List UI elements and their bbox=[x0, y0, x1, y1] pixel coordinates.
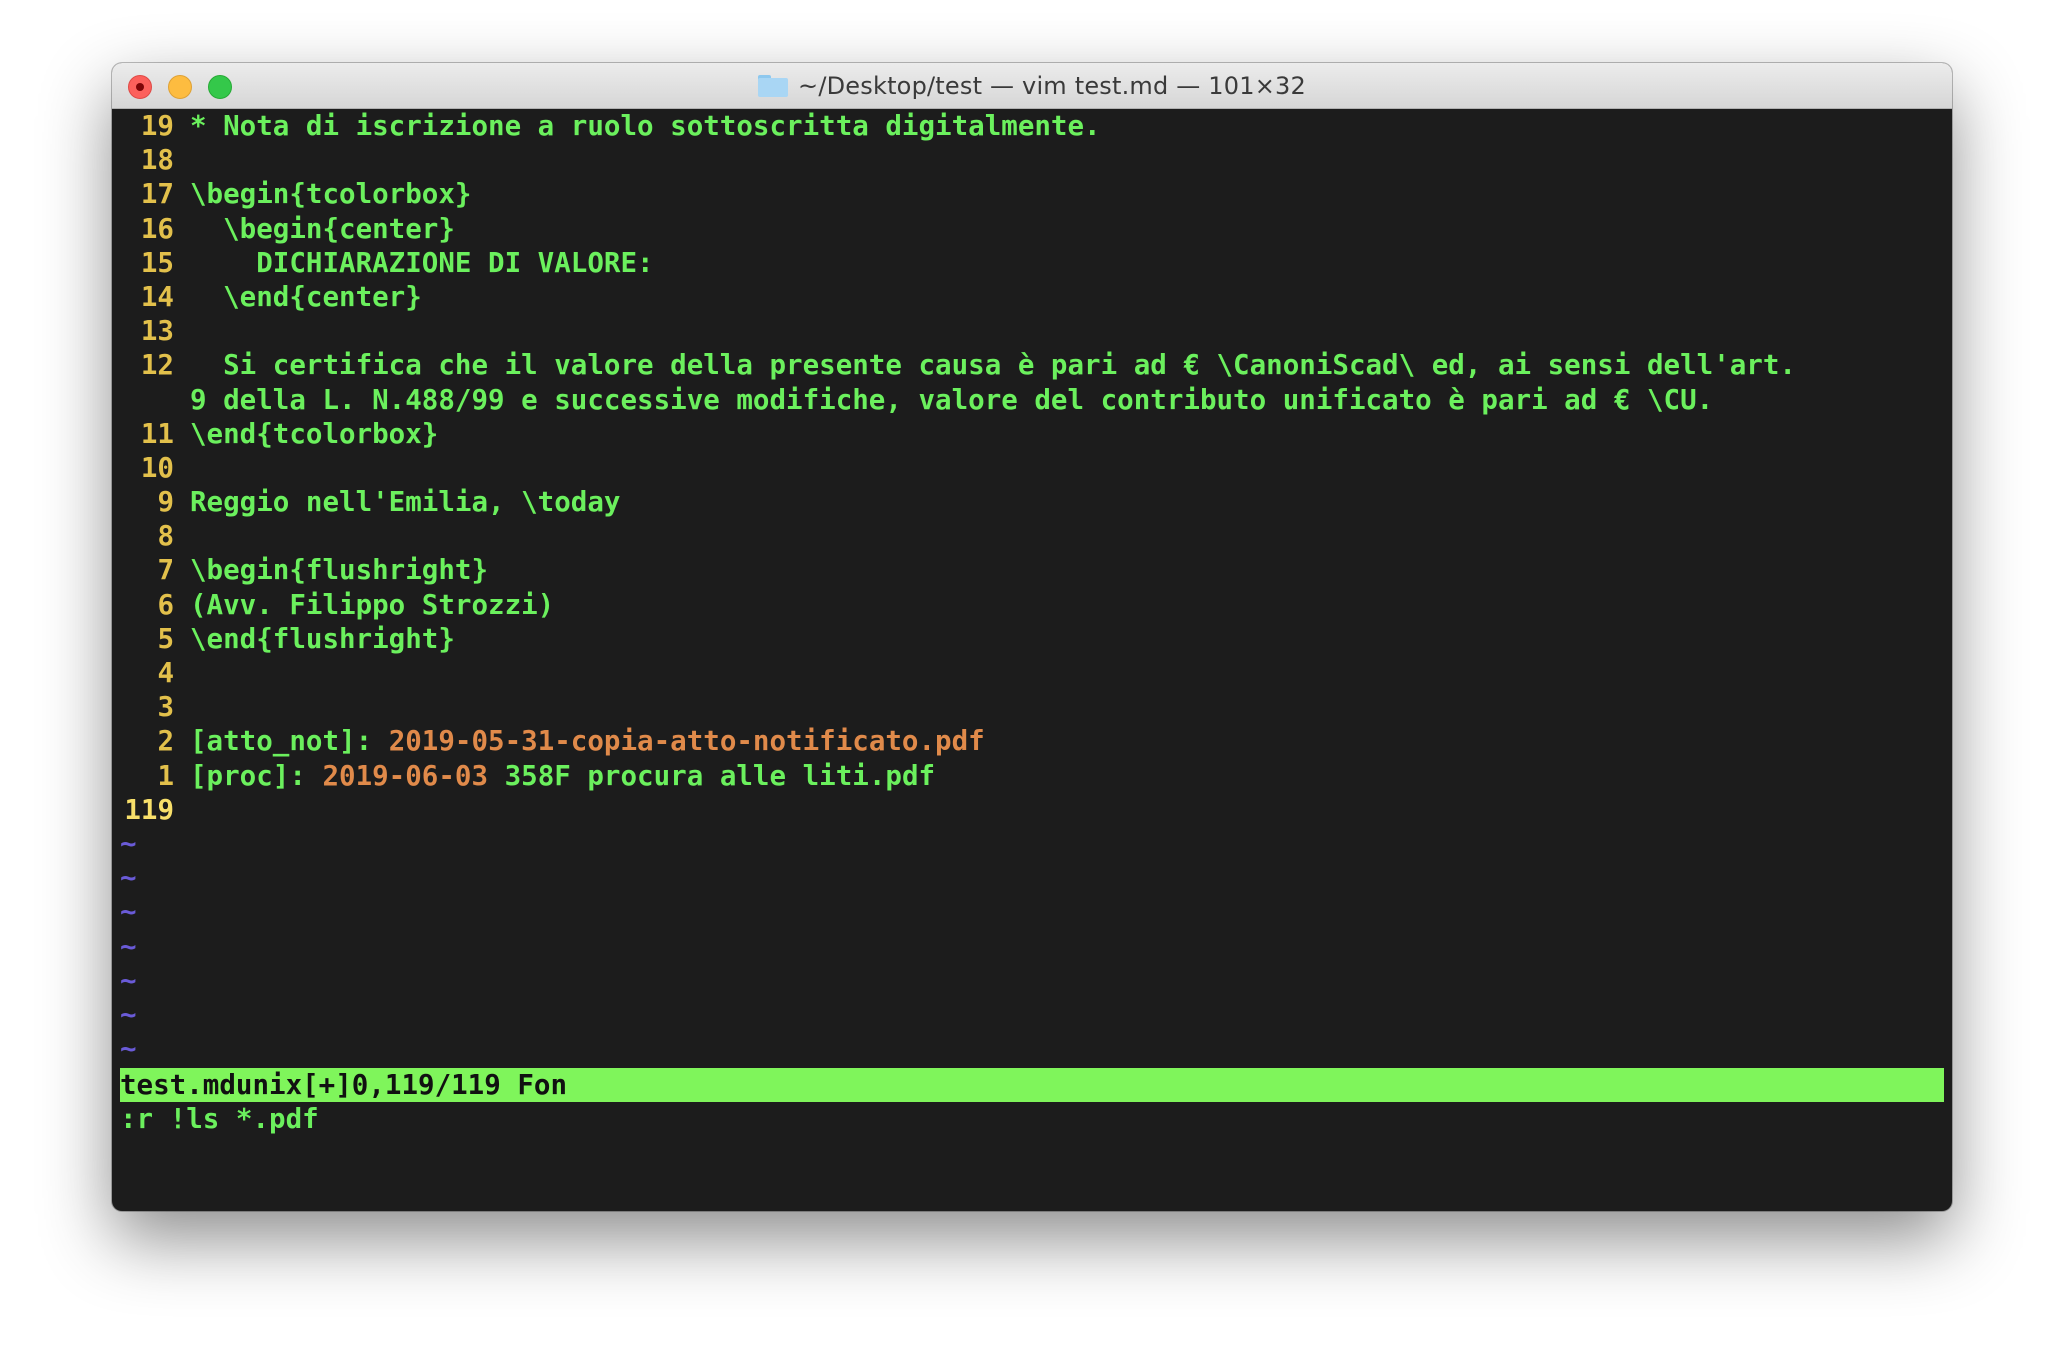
line-text: 9 della L. N.488/99 e successive modific… bbox=[190, 383, 1714, 416]
line-number: 19 bbox=[140, 110, 174, 142]
line-number: 6 bbox=[157, 588, 174, 621]
line-text: \begin{center} bbox=[190, 212, 455, 245]
buffer-line[interactable]: 7 \begin{flushright} bbox=[120, 553, 1944, 587]
buffer-line[interactable]: 15 DICHIARAZIONE DI VALORE: bbox=[120, 246, 1944, 280]
buffer-line[interactable]: 12 Si certifica che il valore della pres… bbox=[120, 348, 1944, 382]
tilde-marker: ~ bbox=[120, 964, 137, 997]
empty-line-markers: ~ ~ ~ ~ ~ ~ ~ bbox=[120, 827, 1944, 1066]
window-title: ~/Desktop/test — vim test.md — 101×32 bbox=[112, 63, 1952, 109]
tilde-marker: ~ bbox=[120, 896, 137, 929]
reference-target: 2019-05-31-copia-atto-notificato.pdf bbox=[388, 725, 985, 758]
terminal-window: ~/Desktop/test — vim test.md — 101×32 19… bbox=[112, 63, 1952, 1211]
reference-target: 2019-06-03 bbox=[322, 759, 489, 792]
line-number: 10 bbox=[140, 451, 174, 484]
line-text: \begin{flushright} bbox=[190, 554, 489, 587]
tilde-marker: ~ bbox=[120, 1033, 137, 1066]
buffer-line[interactable]: 14 \end{center} bbox=[120, 280, 1944, 314]
buffer-line[interactable]: 8 bbox=[120, 519, 1944, 553]
line-number: 12 bbox=[140, 349, 174, 382]
line-number: 3 bbox=[157, 691, 174, 724]
buffer-line[interactable]: 6 (Avv. Filippo Strozzi) bbox=[120, 588, 1944, 622]
line-number: 14 bbox=[140, 280, 174, 313]
line-number: 4 bbox=[157, 657, 174, 689]
vim-statusline: test.mdunix[+]0,119/119 Fon bbox=[120, 1068, 1944, 1103]
buffer-line[interactable]: 5 \end{flushright} bbox=[120, 622, 1944, 656]
vim-buffer[interactable]: 19 * Nota di iscrizione a ruolo sottoscri… bbox=[120, 109, 1944, 1211]
reference-label: [atto_not]: bbox=[190, 725, 389, 758]
line-number: 16 bbox=[140, 212, 174, 245]
buffer-line[interactable]: 10 bbox=[120, 451, 1944, 485]
tilde-marker: ~ bbox=[120, 998, 137, 1031]
line-number: 11 bbox=[140, 417, 174, 450]
line-text: Reggio nell'Emilia, \today bbox=[190, 486, 621, 519]
line-text: \end{tcolorbox} bbox=[190, 417, 439, 450]
reference-lines: 2 [atto_not]: 2019-05-31-copia-atto-notif… bbox=[120, 724, 1944, 792]
line-number: 9 bbox=[157, 486, 174, 519]
line-text: (Avv. Filippo Strozzi) bbox=[190, 588, 555, 621]
window-title-text: ~/Desktop/test — vim test.md — 101×32 bbox=[798, 72, 1306, 100]
buffer-line[interactable]: 4 bbox=[120, 656, 1944, 690]
tilde-marker: ~ bbox=[120, 827, 137, 860]
buffer-line[interactable]: 13 bbox=[120, 314, 1944, 348]
line-text: \begin{tcolorbox} bbox=[190, 178, 472, 211]
tilde-marker: ~ bbox=[120, 862, 137, 895]
line-number: 119 bbox=[124, 793, 174, 826]
buffer-line[interactable]: 9 della L. N.488/99 e successive modific… bbox=[120, 383, 1944, 417]
reference-rest: 358F procura alle liti.pdf bbox=[488, 759, 936, 792]
line-number: 2 bbox=[157, 725, 174, 758]
line-number: 8 bbox=[157, 520, 174, 553]
folder-icon bbox=[758, 75, 789, 97]
line-number: 15 bbox=[140, 246, 174, 279]
buffer-line[interactable]: 3 bbox=[120, 690, 1944, 724]
current-line[interactable]: 119 bbox=[120, 793, 1944, 827]
reference-label: [proc]: bbox=[190, 759, 323, 792]
line-text: \end{flushright} bbox=[190, 622, 455, 655]
title-bar[interactable]: ~/Desktop/test — vim test.md — 101×32 bbox=[112, 63, 1952, 109]
buffer-lines: 19 * Nota di iscrizione a ruolo sottoscri… bbox=[120, 109, 1944, 724]
reference-line[interactable]: 1 [proc]: 2019-06-03 358F procura alle li… bbox=[120, 759, 1944, 793]
line-text: DICHIARAZIONE DI VALORE: bbox=[190, 246, 654, 279]
line-number: 18 bbox=[140, 144, 174, 177]
reference-line[interactable]: 2 [atto_not]: 2019-05-31-copia-atto-notif… bbox=[120, 724, 1944, 758]
vim-command-line[interactable]: :r !ls *.pdf bbox=[120, 1102, 1944, 1136]
buffer-line[interactable]: 16 \begin{center} bbox=[120, 212, 1944, 246]
line-number: 13 bbox=[140, 315, 174, 348]
line-text: Si certifica che il valore della present… bbox=[190, 349, 1796, 382]
buffer-line[interactable]: 17 \begin{tcolorbox} bbox=[120, 177, 1944, 211]
line-number: 7 bbox=[157, 554, 174, 587]
tilde-marker: ~ bbox=[120, 930, 137, 963]
line-text: \end{center} bbox=[190, 280, 422, 313]
buffer-line[interactable]: 9 Reggio nell'Emilia, \today bbox=[120, 485, 1944, 519]
line-number: 5 bbox=[157, 622, 174, 655]
buffer-line[interactable]: 19 * Nota di iscrizione a ruolo sottoscri… bbox=[120, 109, 1944, 143]
buffer-line[interactable]: 11 \end{tcolorbox} bbox=[120, 417, 1944, 451]
line-number: 17 bbox=[140, 178, 174, 211]
line-number: 1 bbox=[157, 759, 174, 792]
buffer-line[interactable]: 18 bbox=[120, 143, 1944, 177]
line-text: * Nota di iscrizione a ruolo sottoscritt… bbox=[190, 110, 1101, 142]
